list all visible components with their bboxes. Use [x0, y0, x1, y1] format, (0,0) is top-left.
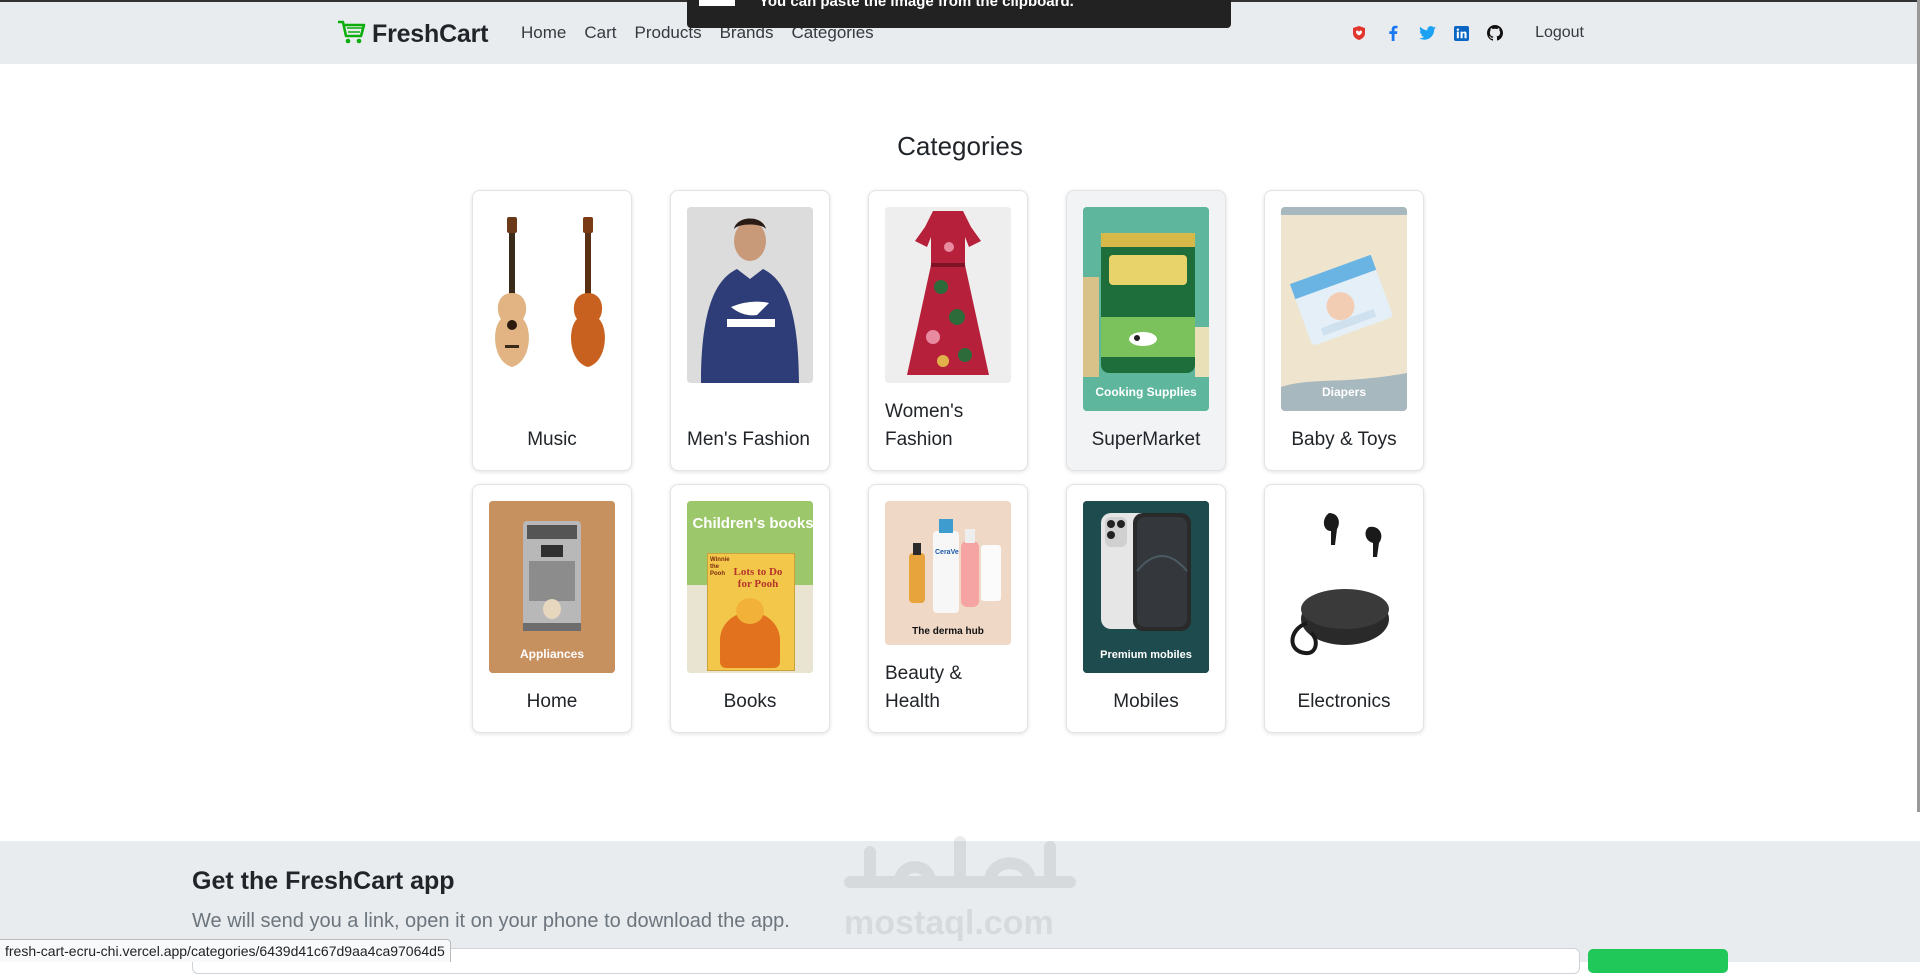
navbar: FreshCart Home Cart Products Brands Cate…: [0, 0, 1920, 64]
category-card-mens-fashion[interactable]: Men's Fashion: [670, 190, 830, 471]
clipboard-toast: You can paste the image from the clipboa…: [687, 0, 1231, 28]
dress-image: [885, 207, 1011, 383]
category-name: Men's Fashion: [687, 429, 810, 450]
coffee-machine-image: Appliances: [489, 501, 615, 673]
twitter-icon[interactable]: [1417, 23, 1437, 43]
category-card-beauty-health[interactable]: CeraVe The derma hub Beauty & Health: [868, 484, 1028, 733]
category-card-home[interactable]: Appliances Home: [472, 484, 632, 733]
footer-title: Get the FreshCart app: [192, 867, 455, 895]
image-caption: Cooking Supplies: [1095, 385, 1197, 399]
logout-button[interactable]: Logout: [1535, 24, 1584, 42]
brand-logo[interactable]: FreshCart: [336, 17, 488, 51]
category-name: Baby & Toys: [1291, 429, 1397, 450]
category-card-music[interactable]: Music: [472, 190, 632, 471]
earbuds-image: [1281, 501, 1407, 673]
category-card-electronics[interactable]: Electronics: [1264, 484, 1424, 733]
cart-logo-icon: [336, 19, 366, 50]
image-caption: Diapers: [1321, 385, 1367, 399]
category-name: Electronics: [1297, 691, 1391, 712]
categories-grid: Music Men's Fashion Women's Fashion Cook…: [472, 190, 1424, 733]
iphone-image: Premium mobiles: [1083, 501, 1209, 673]
linkedin-icon[interactable]: [1451, 23, 1471, 43]
category-name: Books: [723, 691, 777, 712]
guitar-image: [489, 207, 615, 383]
clipboard-icon: [699, 0, 735, 6]
book-banner-text: Children's books: [692, 515, 813, 532]
book-cover: Winnie the Pooh Lots to Do for Pooh: [707, 553, 795, 671]
diapers-image: Diapers: [1281, 207, 1407, 411]
image-caption: Appliances: [519, 647, 585, 661]
shield-icon[interactable]: [1349, 23, 1369, 43]
category-card-womens-fashion[interactable]: Women's Fashion: [868, 190, 1028, 471]
watermark-text: mostaql.com: [844, 904, 1054, 942]
image-caption: The derma hub: [912, 626, 984, 637]
page-title: Categories: [897, 131, 1023, 161]
nav-home-link[interactable]: Home: [521, 23, 566, 43]
github-icon[interactable]: [1485, 23, 1505, 43]
category-card-supermarket[interactable]: Cooking Supplies SuperMarket: [1066, 190, 1226, 471]
brand-name: FreshCart: [372, 19, 489, 48]
category-name: SuperMarket: [1091, 429, 1201, 450]
childrens-book-image: Children's books Winnie the Pooh Lots to…: [687, 501, 813, 673]
link-status-bar: fresh-cart-ecru-chi.vercel.app/categorie…: [0, 939, 451, 962]
image-caption: Premium mobiles: [1100, 649, 1192, 661]
toast-message: You can paste the image from the clipboa…: [759, 0, 1074, 10]
cosmetics-brand: CeraVe: [935, 549, 959, 556]
facebook-icon[interactable]: [1383, 23, 1403, 43]
nav-right: Logout: [1349, 23, 1584, 43]
cosmetics-image: CeraVe The derma hub: [885, 501, 1011, 645]
footer-subtitle: We will send you a link, open it on your…: [192, 910, 790, 932]
category-name: Beauty & Health: [885, 663, 963, 712]
mens-hoodie-image: [687, 207, 813, 383]
category-card-baby-toys[interactable]: Diapers Baby & Toys: [1264, 190, 1424, 471]
milk-powder-image: Cooking Supplies: [1083, 207, 1209, 411]
category-card-books[interactable]: Children's books Winnie the Pooh Lots to…: [670, 484, 830, 733]
category-card-mobiles[interactable]: Premium mobiles Mobiles: [1066, 484, 1226, 733]
category-name: Music: [527, 429, 577, 450]
category-name: Women's Fashion: [885, 401, 964, 450]
book-title: Lots to Do for Pooh: [733, 566, 783, 590]
nav-cart-link[interactable]: Cart: [584, 23, 616, 43]
category-name: Mobiles: [1113, 691, 1179, 712]
category-name: Home: [526, 691, 578, 712]
mostaql-watermark: mostaql.com: [840, 822, 1080, 942]
share-app-link-button[interactable]: [1588, 949, 1728, 973]
